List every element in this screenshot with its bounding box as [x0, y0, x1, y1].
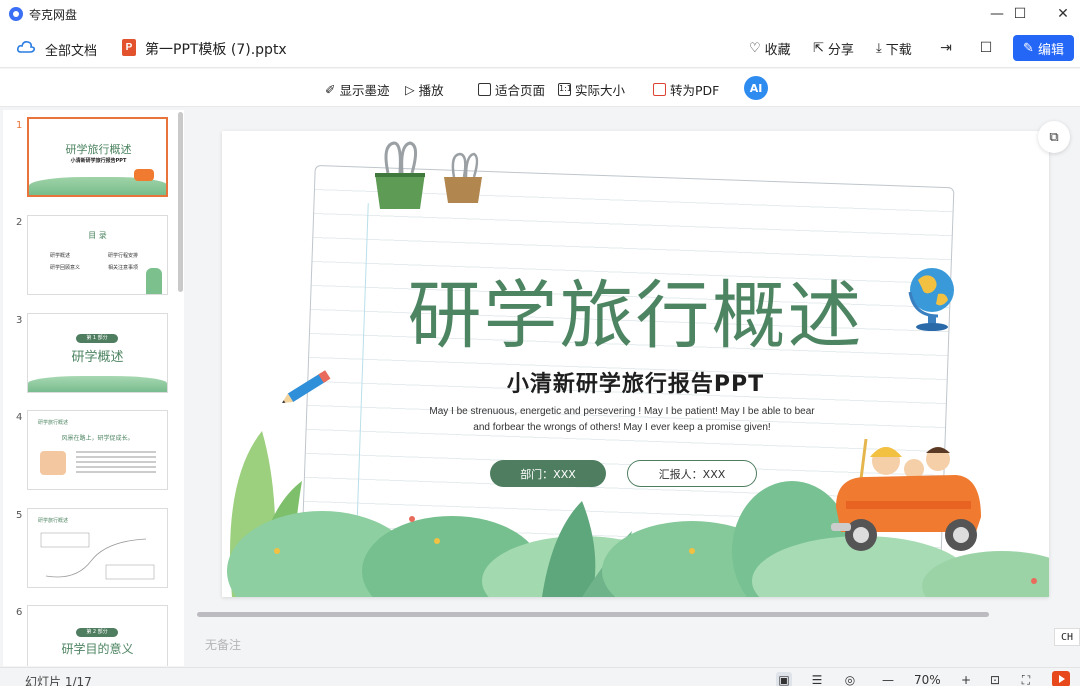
section-badge: 第 1 部分 — [76, 334, 118, 343]
fit-screen-icon[interactable]: ⊡ — [987, 672, 1003, 686]
thumbnail-slide-6[interactable]: 第 2 部分 研学目的意义 — [27, 605, 168, 666]
fit-page-label: 适合页面 — [495, 83, 546, 98]
fit-page-button[interactable]: 适合页面 — [478, 80, 545, 99]
notes-view-icon[interactable]: ☰ — [809, 672, 825, 686]
actual-size-icon: 1:1 — [558, 83, 572, 96]
car-illustration — [831, 438, 981, 551]
thumbnail-title: 研学目的意义 — [61, 642, 134, 656]
favorite-label: 收藏 — [764, 43, 791, 58]
toc-item: 研学概述 — [50, 253, 71, 259]
pencil-icon: ✎ — [1023, 40, 1034, 56]
actual-size-label: 实际大小 — [575, 83, 626, 98]
slide-tools-button[interactable]: ⧉ — [1038, 121, 1070, 153]
fullscreen-icon[interactable]: ⛶ — [1018, 672, 1034, 686]
thumbnail-title: 风景在路上，研学促成长。 — [61, 435, 134, 442]
thumbnail-slide-3[interactable]: 第 1 部分 研学概述 — [27, 313, 168, 393]
zoom-level: 70% — [914, 673, 941, 686]
show-ink-button[interactable]: ✐ 显示墨迹 — [325, 80, 390, 99]
share-button[interactable]: ⇱ 分享 — [813, 39, 854, 58]
download-button[interactable]: ⤓ 下载 — [876, 39, 912, 58]
play-label: 播放 — [418, 83, 444, 98]
title-bar: 夸克网盘 — ☐ ✕ — [0, 0, 1080, 28]
ai-assistant-button[interactable]: AI — [744, 76, 768, 100]
feedback-icon[interactable]: ☐ — [977, 39, 995, 57]
toc-item: 研学回顾意义 — [50, 265, 81, 271]
quark-logo-icon — [9, 7, 23, 21]
play-circle-icon: ▷ — [405, 82, 415, 97]
slide-tools-icon: ⧉ — [1049, 129, 1059, 145]
family-illustration — [40, 451, 66, 475]
download-icon: ⤓ — [876, 41, 882, 56]
edit-button[interactable]: ✎ 编辑 — [1013, 35, 1074, 61]
thumbnail-bushes — [28, 376, 167, 392]
thumbnail-slide-4[interactable]: 研学旅行概述 风景在路上，研学促成长。 — [27, 410, 168, 490]
thumbnail-heading: 研学旅行概述 — [38, 420, 69, 426]
all-docs-link[interactable]: 全部文档 — [45, 40, 97, 59]
car-illustration — [134, 169, 154, 181]
thumbnail-slide-1[interactable]: 研学旅行概述 小清新研学旅行报告PPT — [27, 117, 168, 197]
edit-label: 编辑 — [1037, 42, 1064, 58]
export-icon[interactable]: ⇥ — [937, 39, 955, 57]
zoom-in-button[interactable]: + — [958, 672, 974, 686]
to-pdf-button[interactable]: 转为PDF — [653, 80, 719, 99]
toc-item: 相关注意事项 — [108, 265, 139, 271]
notes-placeholder[interactable]: 无备注 — [205, 636, 241, 653]
heart-icon: ♡ — [749, 41, 761, 56]
thumbnail-number: 1 — [16, 120, 23, 131]
document-header: 全部文档 P 第一PPT模板 (7).pptx ♡ 收藏 ⇱ 分享 ⤓ 下载 ⇥… — [0, 28, 1080, 68]
play-button[interactable]: ▷ 播放 — [405, 80, 444, 99]
share-icon: ⇱ — [813, 41, 824, 56]
current-slide: 研学旅行概述 小清新研学旅行报告PPT May I be strenuous, … — [222, 131, 1049, 597]
status-bar: 幻灯片 1/17 ▣ ☰ ◎ — 70% + ⊡ ⛶ — [0, 667, 1080, 686]
thumbnail-pane: 1 研学旅行概述 小清新研学旅行报告PPT 2 目 录 研学概述 研学行程安排 … — [3, 110, 184, 666]
toc-item: 研学行程安排 — [108, 253, 139, 259]
close-button[interactable]: ✕ — [1040, 0, 1080, 28]
normal-view-icon[interactable]: ▣ — [776, 672, 792, 686]
slideshow-play-button[interactable] — [1052, 671, 1070, 686]
thumbnail-number: 6 — [16, 607, 23, 618]
slide-subtitle: 小清新研学旅行报告PPT — [506, 372, 765, 397]
thumbnail-heading: 研学旅行概述 — [38, 518, 69, 524]
thumbnail-slide-5[interactable]: 研学旅行概述 — [27, 508, 168, 588]
thumbnail-number: 3 — [16, 315, 23, 326]
plant-illustration — [146, 268, 162, 294]
file-name: 第一PPT模板 (7).pptx — [145, 42, 287, 58]
thumbnail-subtitle: 小清新研学旅行报告PPT — [70, 158, 127, 164]
slide-title: 研学旅行概述 — [407, 273, 864, 359]
thumbnail-slide-2[interactable]: 目 录 研学概述 研学行程安排 研学回顾意义 相关注意事项 — [27, 215, 168, 295]
brown-binder-clip — [444, 152, 482, 203]
slide-counter: 幻灯片 1/17 — [25, 675, 92, 686]
thumbnail-title: 研学概述 — [71, 350, 124, 365]
thumbnail-scrollbar[interactable] — [178, 112, 183, 292]
app-window: 夸克网盘 — ☐ ✕ 全部文档 P 第一PPT模板 (7).pptx ♡ 收藏 … — [0, 0, 1080, 686]
pdf-icon — [653, 83, 666, 96]
text-lines — [76, 451, 156, 453]
download-label: 下载 — [885, 43, 912, 58]
app-name: 夸克网盘 — [29, 7, 78, 22]
actual-size-button[interactable]: 1:1 实际大小 — [558, 80, 625, 99]
viewer-toolbar: ✐ 显示墨迹 ▷ 播放 适合页面 1:1 实际大小 转为PDF — [0, 69, 1080, 107]
favorite-button[interactable]: ♡ 收藏 — [749, 39, 791, 58]
thumbnail-number: 4 — [16, 412, 23, 423]
maximize-button[interactable]: ☐ — [997, 0, 1043, 28]
web-view-icon[interactable]: ◎ — [842, 672, 858, 686]
timeline-curve — [40, 532, 155, 580]
green-binder-clip — [375, 141, 425, 209]
fit-page-icon — [478, 83, 491, 96]
show-ink-label: 显示墨迹 — [339, 83, 390, 98]
section-badge: 第 2 部分 — [76, 628, 118, 637]
thumbnail-title: 目 录 — [88, 231, 107, 240]
horizontal-scrollbar[interactable] — [197, 612, 989, 617]
ime-indicator: CH — [1054, 628, 1080, 646]
zoom-out-button[interactable]: — — [880, 672, 896, 686]
thumbnail-number: 2 — [16, 217, 23, 228]
thumbnail-title: 研学旅行概述 — [65, 143, 132, 156]
to-pdf-label: 转为PDF — [670, 83, 720, 98]
share-label: 分享 — [827, 43, 854, 58]
ink-icon: ✐ — [325, 82, 336, 97]
cloud-icon — [17, 41, 35, 53]
thumbnail-number: 5 — [16, 510, 23, 521]
pptx-file-icon: P — [122, 39, 136, 56]
